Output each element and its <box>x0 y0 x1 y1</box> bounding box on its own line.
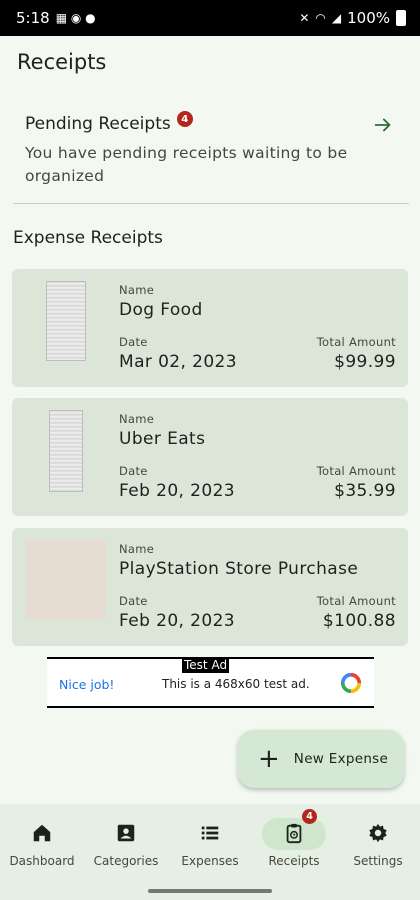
receipt-name: PlayStation Store Purchase <box>119 559 359 579</box>
categories-icon <box>117 824 135 842</box>
pending-badge: 4 <box>176 111 193 127</box>
status-left: 5:18 ▦ ◉ ● <box>16 9 96 27</box>
receipt-card[interactable]: Name Dog Food Date Mar 02, 2023 Total Am… <box>12 269 408 387</box>
receipt-name: Dog Food <box>119 300 203 320</box>
ad-logo-icon <box>340 672 362 694</box>
pending-receipts-row[interactable]: Pending Receipts 4 You have pending rece… <box>13 104 408 200</box>
receipt-date: Feb 20, 2023 <box>119 481 236 501</box>
receipt-card[interactable]: Name Uber Eats Date Feb 20, 2023 Total A… <box>12 398 408 516</box>
receipt-icon <box>286 823 302 844</box>
ad-tag: Test Ad <box>182 657 230 673</box>
bottom-nav: Dashboard Categories Expenses 4 Receipts <box>0 804 420 900</box>
nav-label: Dashboard <box>9 854 75 868</box>
battery-text: 100% <box>347 9 390 27</box>
home-icon <box>33 824 51 842</box>
new-expense-button[interactable]: + New Expense <box>238 730 404 788</box>
wifi-icon: ◠ <box>315 11 326 25</box>
fab-label: New Expense <box>293 751 389 767</box>
page-title: Receipts <box>17 50 107 74</box>
gear-icon <box>369 823 387 843</box>
plus-icon: + <box>258 744 280 774</box>
notification-icons: ▦ ◉ ● <box>55 11 96 25</box>
list-icon <box>201 826 219 840</box>
arrow-right-icon[interactable] <box>372 114 394 136</box>
amount-label: Total Amount <box>316 464 396 478</box>
nav-label: Settings <box>353 854 403 868</box>
receipt-amount: $100.88 <box>322 611 396 631</box>
pending-description: You have pending receipts waiting to be … <box>25 144 348 185</box>
receipt-thumbnail <box>46 281 86 361</box>
name-label: Name <box>119 542 155 556</box>
pending-title: Pending Receipts <box>25 114 171 134</box>
receipts-badge: 4 <box>302 809 317 824</box>
status-time: 5:18 <box>16 9 50 27</box>
receipt-amount: $35.99 <box>334 481 396 501</box>
receipt-date: Feb 20, 2023 <box>119 611 236 631</box>
nav-item-categories[interactable]: Categories <box>84 804 168 884</box>
date-label: Date <box>119 594 148 608</box>
ad-banner[interactable]: Test Ad Nice job! This is a 468x60 test … <box>47 657 374 708</box>
status-right: ✕ ◠ ◢ 100% <box>299 9 406 27</box>
receipt-amount: $99.99 <box>334 352 396 372</box>
nav-item-settings[interactable]: Settings <box>336 804 420 884</box>
section-title: Expense Receipts <box>13 228 163 248</box>
nav-label: Receipts <box>268 854 320 868</box>
ad-headline: Nice job! <box>59 677 115 692</box>
name-label: Name <box>119 283 155 297</box>
status-bar: 5:18 ▦ ◉ ● ✕ ◠ ◢ 100% <box>0 0 420 36</box>
amount-label: Total Amount <box>316 594 396 608</box>
ad-text: This is a 468x60 test ad. <box>162 677 310 691</box>
nav-label: Expenses <box>181 854 239 868</box>
home-indicator[interactable] <box>148 889 272 893</box>
receipt-thumbnail <box>49 410 83 492</box>
nav-item-expenses[interactable]: Expenses <box>168 804 252 884</box>
receipt-thumbnail <box>26 540 106 620</box>
date-label: Date <box>119 464 148 478</box>
pending-header: Pending Receipts 4 <box>25 111 396 134</box>
nav-item-receipts[interactable]: 4 Receipts <box>252 804 336 884</box>
receipt-date: Mar 02, 2023 <box>119 352 237 372</box>
name-label: Name <box>119 412 155 426</box>
date-label: Date <box>119 335 148 349</box>
amount-label: Total Amount <box>316 335 396 349</box>
divider <box>13 203 409 204</box>
nav-label: Categories <box>93 854 159 868</box>
mute-icon: ✕ <box>299 11 310 25</box>
battery-icon <box>396 10 406 26</box>
signal-icon: ◢ <box>331 11 342 25</box>
receipt-name: Uber Eats <box>119 429 206 449</box>
nav-item-dashboard[interactable]: Dashboard <box>0 804 84 884</box>
receipt-card[interactable]: Name PlayStation Store Purchase Date Feb… <box>12 528 408 646</box>
